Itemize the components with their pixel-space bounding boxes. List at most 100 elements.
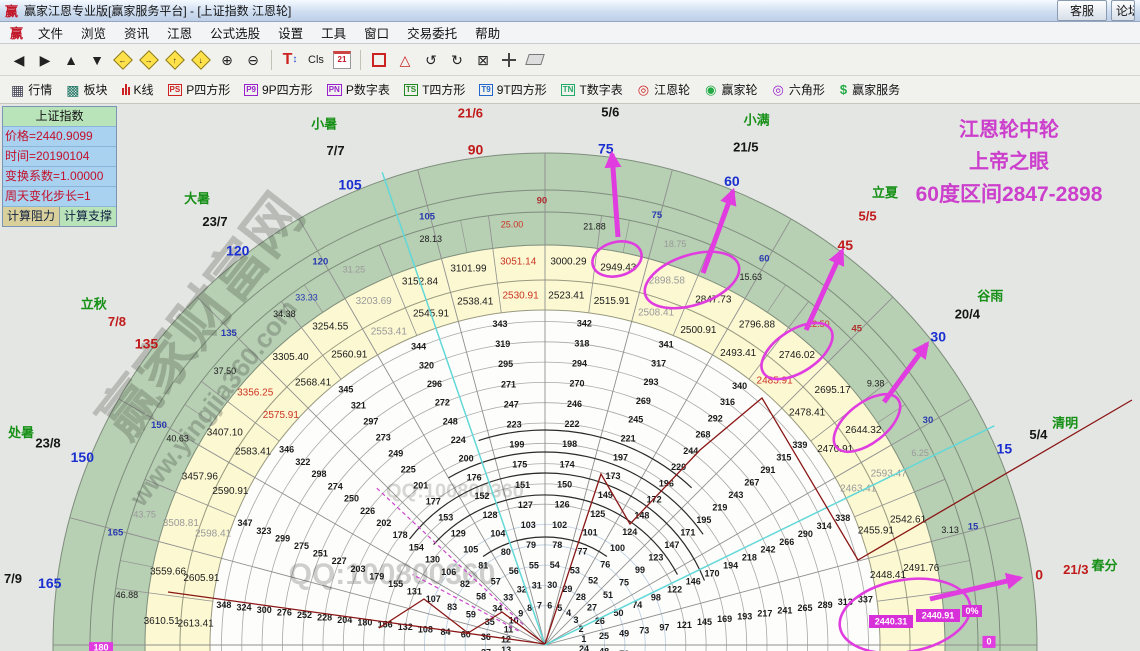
tool-赢家服务[interactable]: $ 赢家服务 [832,81,907,98]
zoom-out-icon[interactable]: ⊖ [240,48,266,72]
menu-item-文件[interactable]: 文件 [29,21,72,44]
svg-text:小满: 小满 [744,113,770,128]
menu-item-交易委托[interactable]: 交易委托 [398,21,466,44]
svg-text:203: 203 [350,564,365,574]
tool-T数字表[interactable]: TN T数字表 [554,81,630,98]
svg-text:126: 126 [555,500,570,510]
nav-down-icon[interactable]: ▼ [84,48,110,72]
tool-K线[interactable]: K线 [115,81,161,98]
svg-text:0: 0 [986,636,991,646]
zoom-in-icon[interactable]: ⊕ [214,48,240,72]
svg-text:3356.25: 3356.25 [237,388,274,399]
tool-P数字表[interactable]: PN P数字表 [320,81,397,98]
svg-text:175: 175 [512,460,527,470]
svg-text:322: 322 [295,457,310,467]
tool-9P四方形[interactable]: P9 9P四方形 [237,81,319,98]
eraser-icon[interactable] [522,48,548,72]
svg-text:274: 274 [328,481,343,491]
diamond-left-icon[interactable]: ← [110,48,136,72]
info-row-0: 价格=2440.9099 [3,127,116,147]
svg-text:83: 83 [447,602,457,612]
tool-江恩轮[interactable]: ◎ 江恩轮 [630,81,697,98]
tool-T四方形[interactable]: TS T四方形 [397,81,473,98]
menu-item-设置[interactable]: 设置 [269,21,312,44]
nav-right-icon[interactable]: ▶ [32,48,58,72]
svg-text:21/5: 21/5 [733,139,758,154]
svg-text:171: 171 [680,528,695,538]
svg-text:165: 165 [107,528,124,539]
svg-text:0: 0 [1035,566,1043,582]
svg-text:2530.91: 2530.91 [503,290,540,301]
gann-wheel-icon: ◎ [637,81,650,97]
menu-item-浏览[interactable]: 浏览 [72,21,115,44]
tool-行情[interactable]: ▦ 行情 [4,81,59,98]
nav-up-icon[interactable]: ▲ [58,48,84,72]
svg-text:52: 52 [588,576,598,586]
svg-text:316: 316 [720,397,735,407]
tool-板块[interactable]: ▩ 板块 [59,81,114,98]
annotation-line-1: 江恩轮中轮 [959,119,1059,141]
calc-resistance-button[interactable]: 计算阻力 [3,207,60,226]
menu-item-公式选股[interactable]: 公式选股 [201,21,269,44]
svg-text:1: 1 [581,634,586,644]
svg-text:179: 179 [369,571,384,581]
rotate-cw-icon[interactable]: ↻ [444,48,470,72]
svg-text:135: 135 [135,335,159,351]
svg-text:2796.88: 2796.88 [739,319,776,330]
svg-text:2508.41: 2508.41 [638,308,675,319]
svg-text:21/6: 21/6 [458,106,483,121]
gann-wheel-chart[interactable]: 赢家财富网 www.yingjia360.com QQ:100800360 QQ:10… [0,104,1140,651]
rotate-ccw-icon[interactable]: ↺ [418,48,444,72]
svg-text:169: 169 [717,614,732,624]
svg-text:120: 120 [226,242,250,258]
svg-text:2695.17: 2695.17 [815,385,852,396]
p9-badge-icon: P9 [244,83,258,96]
menu-item-帮助[interactable]: 帮助 [466,21,509,44]
svg-text:344: 344 [411,342,426,352]
titlebar: 赢 赢家江恩专业版[赢家服务平台] - [上证指数 江恩轮] 客服论坛 [0,0,1140,22]
menu-item-江恩[interactable]: 江恩 [158,21,201,44]
svg-text:81: 81 [478,560,488,570]
calc-support-button[interactable]: 计算支撑 [60,207,116,226]
nav-left-icon[interactable]: ◀ [6,48,32,72]
svg-text:296: 296 [427,379,442,389]
tool-六角形[interactable]: ◎ 六角形 [765,81,832,98]
tool-label: 赢家服务 [852,83,901,97]
titlebar-buttons: 客服论坛 [1056,0,1135,21]
svg-text:314: 314 [817,521,832,531]
diamond-down-icon[interactable]: ↓ [188,48,214,72]
tool-P四方形[interactable]: PS P四方形 [161,81,238,98]
menu-item-窗口[interactable]: 窗口 [355,21,398,44]
svg-text:104: 104 [490,528,505,538]
tool-9T四方形[interactable]: T9 9T四方形 [472,81,553,98]
svg-text:2491.76: 2491.76 [903,563,940,574]
svg-text:98: 98 [651,592,661,602]
box-x-icon[interactable]: ⊠ [470,48,496,72]
svg-text:199: 199 [509,440,524,450]
menu-logo-icon: 赢 [10,26,24,41]
tool-赢家轮[interactable]: ◉ 赢家轮 [697,81,764,98]
svg-text:处暑: 处暑 [7,425,34,440]
calendar-icon[interactable]: 21 [329,48,355,72]
svg-text:193: 193 [737,611,752,621]
svg-text:195: 195 [696,515,711,525]
menu-item-工具[interactable]: 工具 [312,21,355,44]
crosshair-icon[interactable] [496,48,522,72]
triangle-tool-icon[interactable]: △ [392,48,418,72]
svg-text:145: 145 [697,617,712,627]
svg-text:2746.02: 2746.02 [779,350,816,361]
diamond-up-icon[interactable]: ↑ [162,48,188,72]
diamond-right-icon[interactable]: → [136,48,162,72]
t-updown-icon[interactable]: T ↕ [277,48,303,72]
svg-text:11: 11 [504,625,514,635]
svg-text:100: 100 [610,543,625,553]
svg-text:2440.31: 2440.31 [875,616,908,626]
cls-button[interactable]: Cls [303,48,329,72]
titlebar-button-论坛[interactable]: 论坛 [1111,0,1135,21]
pn-badge-icon: PN [326,83,342,96]
svg-text:177: 177 [426,496,441,506]
titlebar-button-客服[interactable]: 客服 [1056,0,1107,21]
menu-item-资讯[interactable]: 资讯 [115,21,158,44]
svg-text:347: 347 [238,518,253,528]
square-tool-icon[interactable] [366,48,392,72]
